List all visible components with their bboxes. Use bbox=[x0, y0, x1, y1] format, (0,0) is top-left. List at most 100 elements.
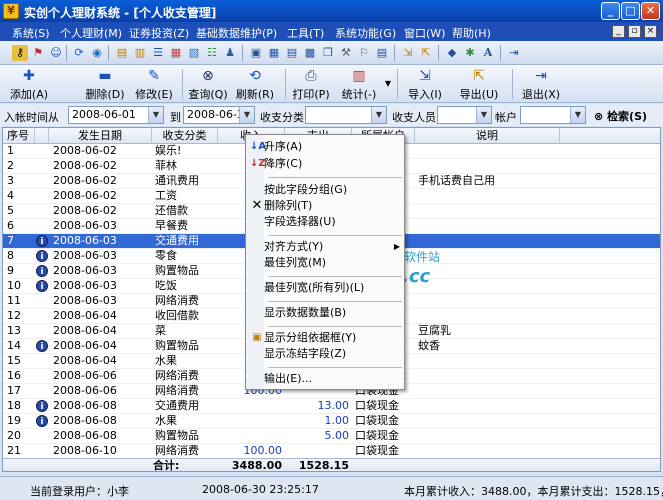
refresh-small-icon[interactable]: ⟳ bbox=[71, 45, 87, 61]
col-header-date[interactable]: 发生日期 bbox=[49, 128, 152, 144]
calendar-icon[interactable]: ▦ bbox=[168, 45, 184, 61]
export-small-icon[interactable]: ⇱ bbox=[418, 45, 434, 61]
person-select[interactable]: ▼ bbox=[437, 106, 492, 124]
chevron-down-icon[interactable]: ▼ bbox=[239, 107, 254, 123]
table-row[interactable]: 21 2008-06-10 网络消费 100.00 口袋现金 bbox=[3, 444, 660, 459]
cell-no: 13 bbox=[7, 324, 21, 337]
folder-icon[interactable]: ▥ bbox=[132, 45, 148, 61]
chevron-down-icon[interactable]: ▼ bbox=[371, 107, 386, 123]
import-button[interactable]: ⇲ 导入(I) bbox=[404, 68, 446, 102]
edit-button[interactable]: ✎ 修改(E) bbox=[133, 68, 175, 102]
context-menu-icon-stripe bbox=[246, 135, 264, 389]
mdi-minimize-button[interactable]: _ bbox=[612, 25, 625, 38]
report-icon[interactable]: ▧ bbox=[186, 45, 202, 61]
cell-date: 2008-06-03 bbox=[53, 234, 117, 247]
cell-category: 菜 bbox=[155, 324, 166, 337]
statistics-button[interactable]: ▥ 统计(-) bbox=[338, 68, 380, 102]
menu-system[interactable]: 系统(S) bbox=[12, 25, 50, 41]
menu-item-group-box[interactable]: ▣ 显示分组依据框(Y) bbox=[252, 330, 404, 346]
date-to-dropdown[interactable]: ▼ bbox=[239, 106, 255, 124]
import-small-icon[interactable]: ⇲ bbox=[400, 45, 416, 61]
menu-tools[interactable]: 工具(T) bbox=[287, 25, 324, 41]
account-select[interactable]: ▼ bbox=[520, 106, 586, 124]
table-icon[interactable]: ▤ bbox=[284, 45, 300, 61]
cell-category: 网络消费 bbox=[155, 369, 199, 382]
calculator-icon[interactable]: ▩ bbox=[302, 45, 318, 61]
minimize-button[interactable]: _ bbox=[601, 2, 620, 20]
people-icon[interactable]: ♟ bbox=[222, 45, 238, 61]
menu-item-best-fit-all[interactable]: 最佳列宽(所有列)(L) bbox=[264, 280, 404, 296]
mdi-close-button[interactable]: × bbox=[644, 25, 657, 38]
maximize-button[interactable]: □ bbox=[621, 2, 640, 20]
query-button[interactable]: ⊗ 查询(Q) bbox=[187, 68, 229, 102]
table-row[interactable]: 18 2008-06-08 交通费用 13.00 口袋现金 i bbox=[3, 399, 660, 414]
main-toolbar: ✚ 添加(A) ▬ 删除(D) ✎ 修改(E) ⊗ 查询(Q) ⟲ 刷新(R) … bbox=[0, 65, 663, 103]
hammer-icon[interactable]: ⚒ bbox=[338, 45, 354, 61]
menu-personal-finance[interactable]: 个人理财(M) bbox=[60, 25, 122, 41]
delete-button[interactable]: ▬ 删除(D) bbox=[84, 68, 126, 102]
menu-item-alignment[interactable]: 对齐方式(Y) ▶ bbox=[264, 239, 404, 255]
info-icon[interactable]: i bbox=[36, 235, 48, 247]
menu-item-frozen-fields[interactable]: 显示冻结字段(Z) bbox=[264, 346, 404, 362]
info-icon[interactable]: i bbox=[36, 340, 48, 352]
book-icon[interactable]: ◆ bbox=[444, 45, 460, 61]
menu-item-group-by[interactable]: 按此字段分组(G) bbox=[264, 182, 404, 198]
add-button[interactable]: ✚ 添加(A) bbox=[8, 68, 50, 102]
print-button[interactable]: ⎙ 打印(P) bbox=[290, 68, 332, 102]
col-header-category[interactable]: 收支分类 bbox=[152, 128, 218, 144]
col-header-note[interactable]: 说明 bbox=[415, 128, 560, 144]
menu-item-delete-column[interactable]: ✕ 删除列(T) bbox=[252, 198, 404, 214]
user-icon[interactable]: ☺ bbox=[48, 45, 64, 61]
info-icon[interactable]: i bbox=[36, 265, 48, 277]
date-from-field[interactable]: 2008-06-01 ▼ bbox=[68, 106, 164, 124]
flag-icon[interactable]: ⚐ bbox=[356, 45, 372, 61]
search-button[interactable]: ⊗ 检索(S) bbox=[594, 108, 647, 124]
menu-item-show-count[interactable]: 显示数据数量(B) bbox=[264, 305, 404, 321]
menu-item-sort-desc[interactable]: ↓Z 降序(C) bbox=[250, 156, 404, 172]
cell-no: 16 bbox=[7, 369, 21, 382]
menu-base-data[interactable]: 基础数据维护(P) bbox=[196, 25, 277, 41]
menu-securities[interactable]: 证券投资(Z) bbox=[129, 25, 189, 41]
table-row[interactable]: 20 2008-06-08 购置物品 5.00 口袋现金 bbox=[3, 429, 660, 444]
category-select[interactable]: ▼ bbox=[305, 106, 387, 124]
info-icon[interactable]: i bbox=[36, 280, 48, 292]
copy-icon[interactable]: ❐ bbox=[320, 45, 336, 61]
lock-icon[interactable]: ⚑ bbox=[30, 45, 46, 61]
toolbar-separator bbox=[500, 45, 501, 61]
menu-system-functions[interactable]: 系统功能(G) bbox=[335, 25, 396, 41]
info-icon[interactable]: i bbox=[36, 250, 48, 262]
table-row[interactable]: 19 2008-06-08 水果 1.00 口袋现金 i bbox=[3, 414, 660, 429]
export-button[interactable]: ⇱ 导出(U) bbox=[458, 68, 500, 102]
info-icon[interactable]: i bbox=[36, 415, 48, 427]
document-icon[interactable]: ▤ bbox=[114, 45, 130, 61]
close-button[interactable]: ✕ bbox=[641, 2, 660, 20]
window-icon[interactable]: ▣ bbox=[248, 45, 264, 61]
globe-icon[interactable]: ◉ bbox=[89, 45, 105, 61]
grid-icon[interactable]: ▦ bbox=[266, 45, 282, 61]
chevron-down-icon[interactable]: ▼ bbox=[476, 107, 491, 123]
col-header-no[interactable]: 序号 bbox=[3, 128, 35, 144]
mdi-restore-button[interactable]: ▫ bbox=[628, 25, 641, 38]
exit-small-icon[interactable]: ⇥ bbox=[506, 45, 522, 61]
contacts-icon[interactable]: ☷ bbox=[204, 45, 220, 61]
menu-window[interactable]: 窗口(W) bbox=[404, 25, 445, 41]
cell-income bbox=[218, 414, 285, 429]
col-header-info[interactable] bbox=[35, 128, 49, 144]
print-small-icon[interactable]: ▤ bbox=[374, 45, 390, 61]
info-icon[interactable]: i bbox=[36, 400, 48, 412]
menu-item-best-fit[interactable]: 最佳列宽(M) bbox=[264, 255, 404, 271]
cell-note bbox=[415, 159, 560, 174]
font-icon[interactable]: A bbox=[480, 45, 496, 61]
list-icon[interactable]: ☰ bbox=[150, 45, 166, 61]
menu-item-output[interactable]: 输出(E)... bbox=[264, 371, 404, 387]
chevron-down-icon[interactable]: ▼ bbox=[148, 107, 163, 123]
settings-icon[interactable]: ✱ bbox=[462, 45, 478, 61]
chevron-down-icon[interactable]: ▼ bbox=[570, 107, 585, 123]
menu-help[interactable]: 帮助(H) bbox=[452, 25, 491, 41]
key-icon[interactable]: ⚷ bbox=[12, 45, 28, 61]
exit-button[interactable]: ⇥ 退出(X) bbox=[520, 68, 562, 102]
refresh-button[interactable]: ⟲ 刷新(R) bbox=[234, 68, 276, 102]
menu-item-field-chooser[interactable]: 字段选择器(U) bbox=[264, 214, 404, 230]
menu-item-sort-asc[interactable]: ↓A 升序(A) bbox=[250, 139, 404, 155]
cell-note bbox=[415, 354, 560, 369]
